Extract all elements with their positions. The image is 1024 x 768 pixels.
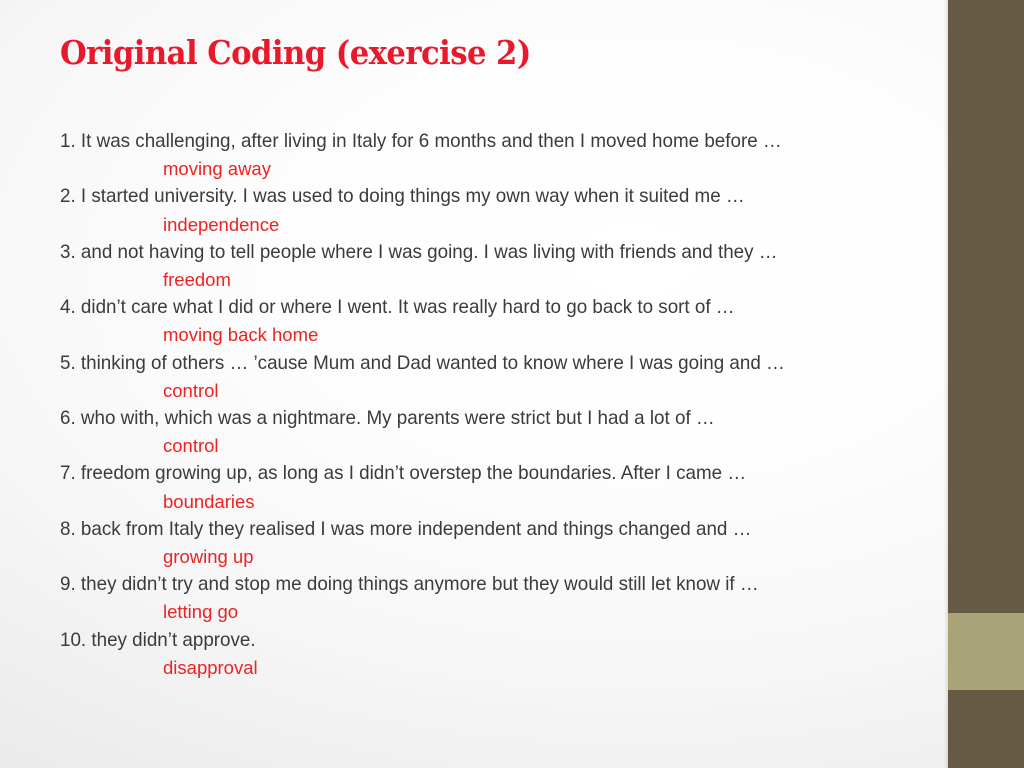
entry-statement: 5. thinking of others … ’cause Mum and D… (60, 351, 785, 374)
slide-canvas: Original Coding (exercise 2) 1. It was c… (0, 0, 1024, 768)
coding-list: 1. It was challenging, after living in I… (60, 128, 920, 682)
entry-statement: 7. freedom growing up, as long as I didn… (60, 462, 747, 485)
entry-code-label: growing up (163, 546, 254, 568)
side-band-segment-bottom (948, 690, 1024, 768)
coding-entry: 2. I started university. I was used to d… (60, 183, 920, 237)
coding-entry: 7. freedom growing up, as long as I didn… (60, 460, 920, 514)
entry-code-label: moving back home (163, 324, 319, 346)
side-band-segment-accent (948, 613, 1024, 690)
coding-entry: 5. thinking of others … ’cause Mum and D… (60, 350, 920, 404)
entry-statement: 4. didn’t care what I did or where I wen… (60, 296, 735, 319)
entry-statement: 2. I started university. I was used to d… (60, 185, 745, 208)
entry-code-label: disapproval (163, 656, 258, 678)
coding-entry: 1. It was challenging, after living in I… (60, 128, 920, 182)
entry-statement: 8. back from Italy they realised I was m… (60, 517, 752, 540)
entry-code-label: control (163, 435, 219, 457)
entry-code-label: letting go (163, 601, 239, 623)
coding-entry: 10. they didn’t approve. disapproval (60, 627, 920, 681)
side-band-segment-top (948, 0, 1024, 613)
coding-entry: 3. and not having to tell people where I… (60, 239, 920, 293)
entry-statement: 1. It was challenging, after living in I… (60, 130, 782, 152)
entry-code-label: control (163, 379, 219, 401)
entry-code-label: freedom (163, 269, 231, 291)
entry-code-label: moving away (163, 158, 271, 180)
coding-entry: 6. who with, which was a nightmare. My p… (60, 405, 920, 459)
coding-entry: 9. they didn’t try and stop me doing thi… (60, 571, 920, 625)
slide-title: Original Coding (exercise 2) (60, 33, 531, 72)
entry-code-label: boundaries (163, 490, 255, 512)
coding-entry: 4. didn’t care what I did or where I wen… (60, 294, 920, 348)
decorative-side-band (944, 0, 1024, 768)
entry-statement: 6. who with, which was a nightmare. My p… (60, 407, 715, 430)
coding-entry: 8. back from Italy they realised I was m… (60, 516, 920, 570)
entry-statement: 10. they didn’t approve. (60, 628, 256, 651)
entry-statement: 9. they didn’t try and stop me doing thi… (60, 573, 759, 596)
entry-code-label: independence (163, 213, 280, 235)
entry-statement: 3. and not having to tell people where I… (60, 240, 778, 263)
